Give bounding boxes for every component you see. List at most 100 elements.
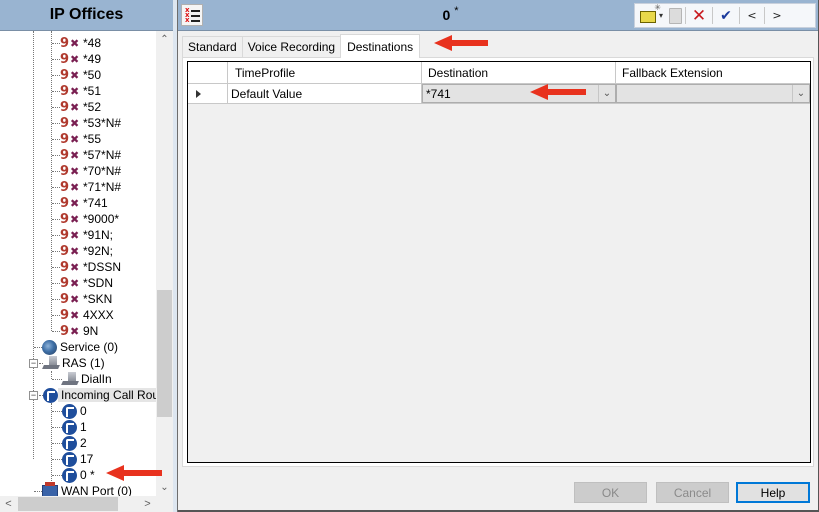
fallback-extension-combobox[interactable]: ⌄ [616,84,810,103]
validate-button[interactable]: ✔ [716,4,736,27]
tree-item-incoming-call-route-entry[interactable]: 2 [62,435,89,451]
tree-item-short-code[interactable]: 9 ✖ *91N; [60,227,115,243]
toolbar-separator [764,7,766,24]
tree-connector [52,299,60,300]
new-record-button[interactable]: ▾ [640,3,664,27]
annotation-arrow-icon [530,84,586,100]
cell-fallback-wrap: ⌄ [616,84,810,103]
row-selector[interactable] [188,84,228,103]
navigation-pane-title: IP Offices [0,0,173,31]
collapse-toggle[interactable]: − [29,391,38,400]
tree-item-label: *52 [83,100,102,114]
collapse-toggle[interactable]: − [29,359,38,368]
short-code-icon: 9 ✖ [60,35,80,51]
chevron-right-icon: > [144,498,151,510]
tree-item-incoming-call-route-entry[interactable]: 17 [62,451,95,467]
tree-item-incoming-call-route[interactable]: Incoming Call Route [43,387,156,403]
tree-item-short-code[interactable]: 9 ✖ *50 [60,67,103,83]
cell-destination-wrap: *741 ⌄ [422,84,616,103]
tree-item-short-code[interactable]: 9 ✖ *53*N# [60,115,123,131]
tree-item-short-code[interactable]: 9 ✖ *48 [60,35,103,51]
scroll-up-button[interactable]: ⌃ [156,31,173,48]
tree-item-short-code[interactable]: 9 ✖ *51 [60,83,103,99]
tab-label: Standard [188,40,237,54]
tree-connector [52,235,60,236]
next-record-button[interactable]: > [768,4,786,27]
tree-item-short-code[interactable]: 9 ✖ *70*N# [60,163,123,179]
tree-item-short-code[interactable]: 9 ✖ 9N [60,323,100,339]
incoming-call-route-icon [43,387,58,403]
cell-timeprofile[interactable]: Default Value [228,84,422,103]
tree-connector [52,171,60,172]
tree-item-label: *9000* [83,212,120,226]
tree-item-short-code[interactable]: 9 ✖ *49 [60,51,103,67]
column-header-fallback-extension[interactable]: Fallback Extension [616,62,810,83]
tree-item-label: *49 [83,52,102,66]
column-header-destination[interactable]: Destination [422,62,616,83]
config-tree[interactable]: 9 ✖ *48 9 ✖ *49 9 ✖ *50 9 ✖ *51 9 ✖ *52 9 ✖ *53*N# 9 ✖ *55 9 ✖… [0,31,156,496]
scroll-left-button[interactable]: < [0,496,17,512]
tab-voice-recording[interactable]: Voice Recording [241,36,342,57]
tree-item-short-code[interactable]: 9 ✖ *SDN [60,275,115,291]
tree-item-incoming-call-route-entry[interactable]: 0 [62,403,89,419]
tree-item-short-code[interactable]: 9 ✖ *57*N# [60,147,123,163]
tree-connector [52,203,60,204]
tree-item-service[interactable]: Service (0) [42,339,120,355]
incoming-call-route-icon [62,451,77,467]
tree-horizontal-scrollbar[interactable]: < > [0,496,156,512]
details-pane: x x x 0 * ▾ ✕ ✔ [178,0,819,512]
tree-item-short-code[interactable]: 9 ✖ *92N; [60,243,115,259]
tree-connector [52,267,60,268]
short-code-icon: 9 ✖ [60,259,80,275]
previous-record-button[interactable]: < [743,4,761,27]
tree-item-ras[interactable]: RAS (1) [43,355,107,371]
tree-item-incoming-call-route-entry[interactable]: 0 * [62,467,97,483]
export-button[interactable] [669,4,683,27]
tree-item-short-code[interactable]: 9 ✖ *52 [60,99,103,115]
tree-connector [52,59,60,60]
horizontal-scroll-thumb[interactable] [18,497,118,511]
delete-button[interactable]: ✕ [689,4,709,27]
chevron-down-icon[interactable]: ⌄ [598,85,615,102]
cancel-button[interactable]: Cancel [656,482,729,503]
short-code-icon: 9 ✖ [60,147,80,163]
tab-standard[interactable]: Standard [182,36,243,57]
short-code-icon: 9 ✖ [60,291,80,307]
scroll-thumb[interactable] [157,290,172,417]
help-button[interactable]: Help [736,482,810,503]
tree-connector [52,107,60,108]
tree-item-incoming-call-route-entry[interactable]: 1 [62,419,89,435]
tree-item-short-code[interactable]: 9 ✖ *741 [60,195,110,211]
tree-item-label: *DSSN [83,260,122,274]
short-code-icon: 9 ✖ [60,323,80,339]
chevron-down-icon[interactable]: ⌄ [792,85,809,102]
grid-row[interactable]: Default Value *741 ⌄ ⌄ [188,83,810,104]
tree-connector [52,283,60,284]
scroll-right-button[interactable]: > [139,496,156,512]
tree-connector [52,443,62,444]
tree-item-short-code[interactable]: 9 ✖ *55 [60,131,103,147]
dropdown-arrow-icon: ▾ [659,11,664,20]
ras-icon [43,356,59,370]
tree-item-short-code[interactable]: 9 ✖ *9000* [60,211,121,227]
tab-destinations[interactable]: Destinations [340,34,421,58]
tree-item-short-code[interactable]: 9 ✖ *71*N# [60,179,123,195]
tree-item-label: WAN Port (0) [61,484,132,496]
scroll-down-button[interactable]: ⌄ [156,479,173,496]
tree-item-dialin[interactable]: DialIn [62,371,114,387]
short-code-icon: 9 ✖ [60,195,80,211]
column-header-timeprofile[interactable]: TimeProfile [228,62,422,83]
ok-button[interactable]: OK [574,482,647,503]
destination-combobox[interactable]: *741 ⌄ [422,84,616,103]
tree-item-short-code[interactable]: 9 ✖ *SKN [60,291,114,307]
tree-item-label: *SKN [83,292,113,306]
tree-item-short-code[interactable]: 9 ✖ 4XXX [60,307,116,323]
tree-item-label: *57*N# [83,148,122,162]
tree-item-label: Service (0) [60,340,119,354]
tree-item-wan-port[interactable]: WAN Port (0) [42,481,134,496]
tree-item-label: 0 [80,404,87,418]
tree-item-label: *55 [83,132,102,146]
tree-vertical-scrollbar[interactable]: ⌃ ⌄ [156,31,173,496]
tree-item-short-code[interactable]: 9 ✖ *DSSN [60,259,123,275]
delete-icon: ✕ [691,5,707,26]
